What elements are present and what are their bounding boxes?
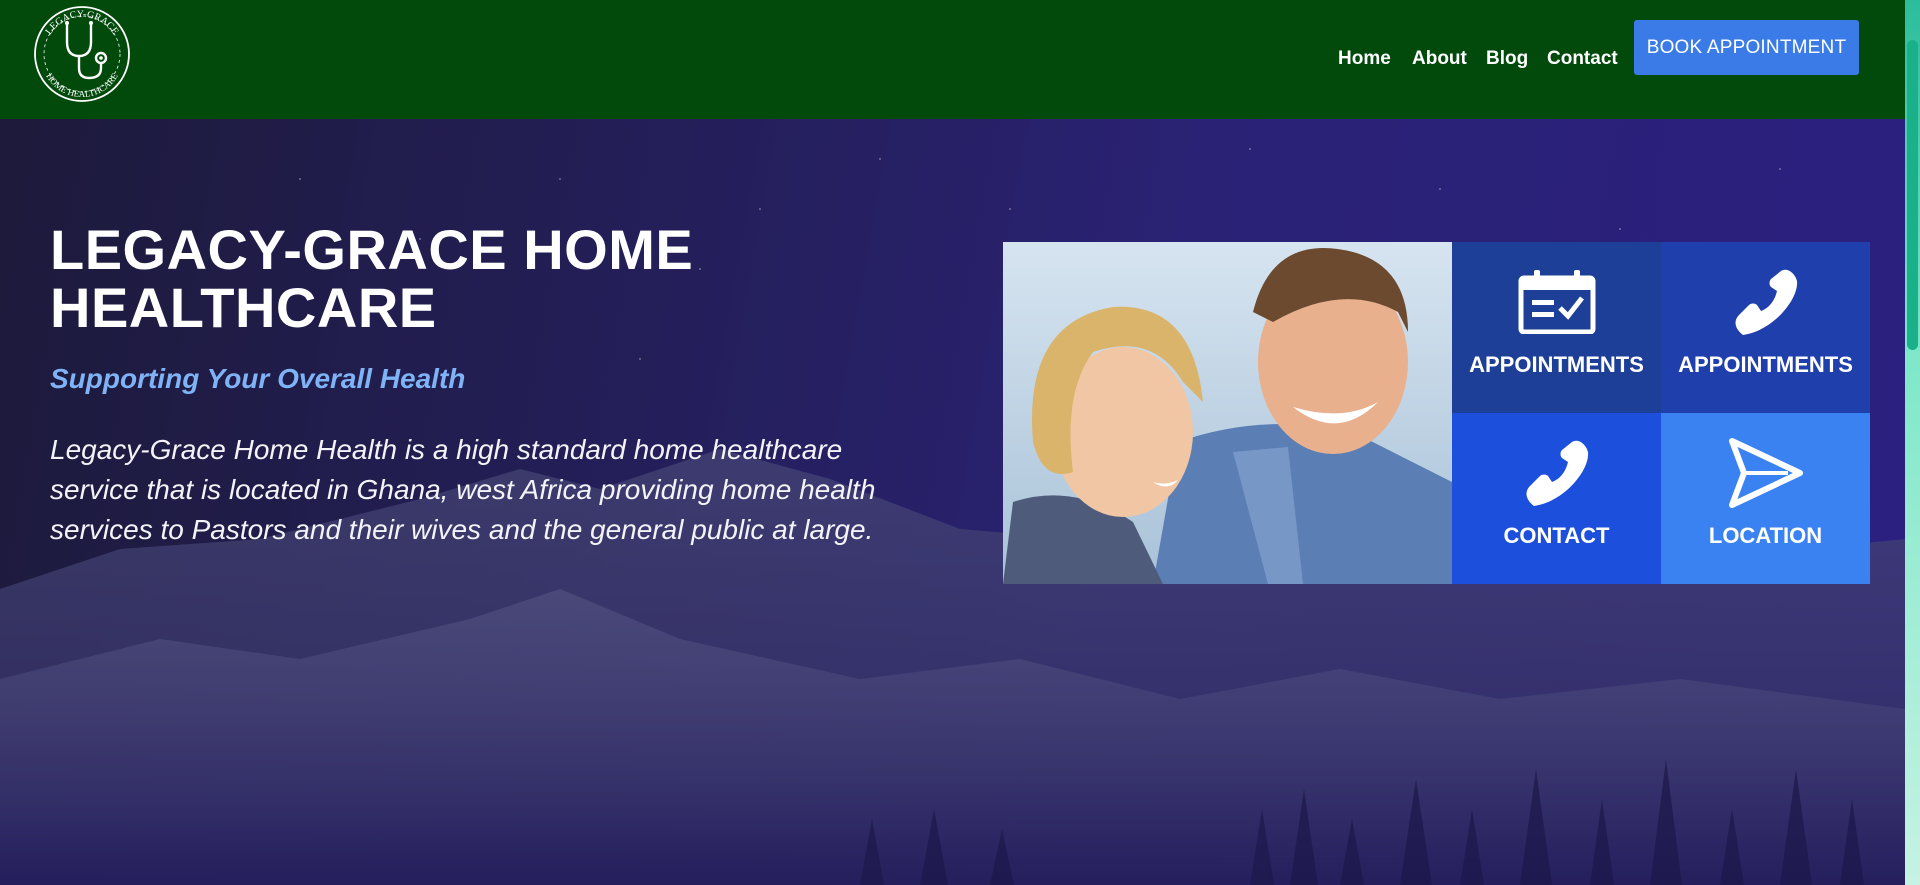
hero-subtitle: Supporting Your Overall Health <box>50 363 466 394</box>
logo-top-text: LEGACY-GRACE <box>43 9 120 37</box>
tile-appointments-label: APPOINTMENTS <box>1469 352 1644 377</box>
hero-title: LEGACY-GRACE HOME HEALTHCARE <box>50 218 694 339</box>
tile-appointments-phone[interactable]: APPOINTMENTS <box>1661 242 1870 413</box>
svg-text:LEGACY-GRACE: LEGACY-GRACE <box>43 9 120 37</box>
send-icon <box>1728 437 1804 509</box>
tile-contact[interactable]: CONTACT <box>1452 413 1661 584</box>
main-nav: Home About Blog Contact <box>0 36 1905 82</box>
tile-appointments-phone-label: APPOINTMENTS <box>1678 352 1853 377</box>
site-header: LEGACY-GRACE HOME HEALTHCARE Home About … <box>0 0 1905 119</box>
tile-contact-label: CONTACT <box>1503 523 1610 548</box>
scrollbar-thumb[interactable] <box>1907 40 1918 350</box>
book-appointment-button[interactable]: BOOK APPOINTMENT <box>1634 20 1859 75</box>
nav-blog[interactable]: Blog <box>1486 36 1528 82</box>
calendar-check-icon <box>1518 266 1596 338</box>
nav-about[interactable]: About <box>1412 36 1467 82</box>
page-scrollbar[interactable] <box>1905 0 1920 885</box>
tile-location-label: LOCATION <box>1708 523 1823 548</box>
phone-icon <box>1522 437 1592 509</box>
hero-description: Legacy-Grace Home Health is a high stand… <box>50 434 876 545</box>
tile-location[interactable]: LOCATION <box>1661 413 1870 584</box>
nav-contact[interactable]: Contact <box>1547 36 1618 82</box>
nav-home[interactable]: Home <box>1338 36 1391 82</box>
phone-icon <box>1731 266 1801 338</box>
couple-photo <box>1003 242 1452 584</box>
tile-appointments[interactable]: APPOINTMENTS <box>1452 242 1661 413</box>
